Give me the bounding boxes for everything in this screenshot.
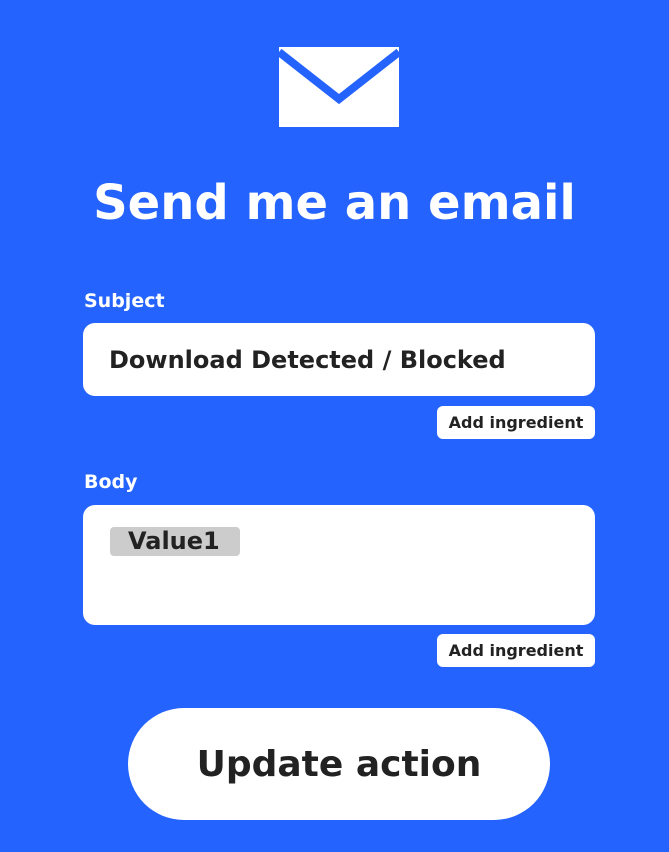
subject-add-ingredient-button[interactable]: Add ingredient <box>437 406 595 439</box>
subject-field[interactable]: Download Detected / Blocked <box>83 323 595 396</box>
update-action-button[interactable]: Update action <box>128 708 550 820</box>
subject-label: Subject <box>84 290 165 312</box>
body-field[interactable]: Value1 <box>83 505 595 625</box>
body-label: Body <box>84 471 138 493</box>
email-envelope-icon <box>279 47 399 127</box>
subject-value: Download Detected / Blocked <box>109 345 506 374</box>
ingredient-pill-value1[interactable]: Value1 <box>110 527 240 556</box>
page-title: Send me an email <box>93 175 576 231</box>
body-add-ingredient-button[interactable]: Add ingredient <box>437 634 595 667</box>
